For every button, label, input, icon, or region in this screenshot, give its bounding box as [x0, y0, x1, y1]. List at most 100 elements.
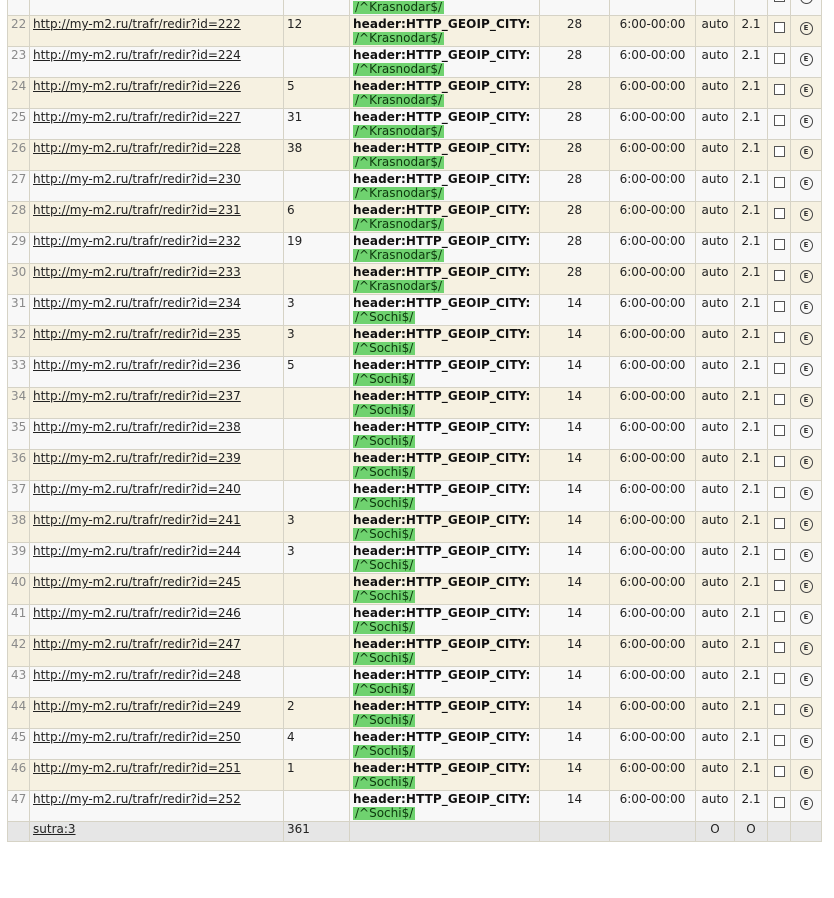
- checkbox-icon[interactable]: [773, 53, 785, 64]
- row-mode: auto: [695, 294, 735, 326]
- redirect-url-link[interactable]: http://my-m2.ru/trafr/redir?id=248: [33, 668, 241, 682]
- redirect-url-link[interactable]: http://my-m2.ru/trafr/redir?id=245: [33, 575, 241, 589]
- checkbox-icon[interactable]: [773, 115, 785, 126]
- edit-circle-icon[interactable]: E: [799, 766, 813, 779]
- redirect-url-link[interactable]: http://my-m2.ru/trafr/redir?id=235: [33, 327, 241, 341]
- row-time-range: 6:00-00:00: [609, 356, 696, 388]
- row-value: 28: [539, 232, 610, 264]
- edit-circle-icon[interactable]: E: [799, 487, 813, 500]
- redirect-url-link[interactable]: http://my-m2.ru/trafr/redir?id=236: [33, 358, 241, 372]
- edit-circle-icon[interactable]: E: [799, 22, 813, 35]
- redirect-url-link[interactable]: http://my-m2.ru/trafr/redir?id=222: [33, 17, 241, 31]
- edit-circle-icon[interactable]: E: [799, 332, 813, 345]
- checkbox-icon[interactable]: [773, 642, 785, 653]
- table-row: 36 http://my-m2.ru/trafr/redir?id=239 head…: [7, 449, 822, 481]
- row-time-range: 6:00-00:00: [609, 108, 696, 140]
- checkbox-icon[interactable]: [773, 0, 785, 2]
- edit-circle-icon[interactable]: E: [799, 611, 813, 624]
- row-select-cell: [767, 294, 791, 326]
- edit-circle-icon[interactable]: E: [799, 301, 813, 314]
- redirect-url-link[interactable]: http://my-m2.ru/trafr/redir?id=227: [33, 110, 241, 124]
- edit-circle-icon[interactable]: E: [799, 177, 813, 190]
- redirect-url-link[interactable]: http://my-m2.ru/trafr/redir?id=228: [33, 141, 241, 155]
- redirect-url-link[interactable]: http://my-m2.ru/trafr/redir?id=232: [33, 234, 241, 248]
- checkbox-icon[interactable]: [773, 735, 785, 746]
- redirect-url-link[interactable]: http://my-m2.ru/trafr/redir?id=233: [33, 265, 241, 279]
- checkbox-icon[interactable]: [773, 84, 785, 95]
- edit-circle-icon[interactable]: E: [799, 673, 813, 686]
- redirect-url-link[interactable]: http://my-m2.ru/trafr/redir?id=231: [33, 203, 241, 217]
- table-row: 46 http://my-m2.ru/trafr/redir?id=251 1 hea…: [7, 759, 822, 791]
- redirect-url-link[interactable]: http://my-m2.ru/trafr/redir?id=244: [33, 544, 241, 558]
- redirect-url-link[interactable]: http://my-m2.ru/trafr/redir?id=246: [33, 606, 241, 620]
- redirect-url-link[interactable]: http://my-m2.ru/trafr/redir?id=234: [33, 296, 241, 310]
- row-mode: auto: [695, 635, 735, 667]
- edit-circle-icon[interactable]: E: [799, 363, 813, 376]
- checkbox-icon[interactable]: [773, 363, 785, 374]
- table-row: 40 http://my-m2.ru/trafr/redir?id=245 head…: [7, 573, 822, 605]
- checkbox-icon[interactable]: [773, 766, 785, 777]
- redirect-url-link[interactable]: http://my-m2.ru/trafr/redir?id=250: [33, 730, 241, 744]
- edit-circle-icon[interactable]: E: [799, 797, 813, 810]
- edit-circle-icon[interactable]: E: [799, 208, 813, 221]
- redirect-url-link[interactable]: http://my-m2.ru/trafr/redir?id=239: [33, 451, 241, 465]
- footer-total: 361: [283, 821, 350, 842]
- edit-circle-icon[interactable]: E: [799, 425, 813, 438]
- redirect-url-link[interactable]: http://my-m2.ru/trafr/redir?id=237: [33, 389, 241, 403]
- checkbox-icon[interactable]: [773, 332, 785, 343]
- redirect-url-link[interactable]: http://my-m2.ru/trafr/redir?id=238: [33, 420, 241, 434]
- edit-circle-icon[interactable]: E: [799, 239, 813, 252]
- row-url-cell: http://my-m2.ru/trafr/redir?id=239: [29, 449, 284, 481]
- table-row: 21http://my-m2.ru/trafr/redir?id=221 head…: [7, 0, 822, 16]
- edit-circle-icon[interactable]: E: [799, 0, 813, 4]
- edit-circle-icon[interactable]: E: [799, 735, 813, 748]
- edit-circle-icon[interactable]: E: [799, 580, 813, 593]
- edit-circle-icon[interactable]: E: [799, 549, 813, 562]
- edit-circle-icon[interactable]: E: [799, 642, 813, 655]
- checkbox-icon[interactable]: [773, 704, 785, 715]
- edit-circle-icon[interactable]: E: [799, 704, 813, 717]
- checkbox-icon[interactable]: [773, 177, 785, 188]
- checkbox-icon[interactable]: [773, 270, 785, 281]
- redirect-url-link[interactable]: http://my-m2.ru/trafr/redir?id=241: [33, 513, 241, 527]
- edit-circle-icon[interactable]: E: [799, 146, 813, 159]
- redirect-url-link[interactable]: http://my-m2.ru/trafr/redir?id=249: [33, 699, 241, 713]
- row-hits: [283, 635, 350, 667]
- row-mode: auto: [695, 697, 735, 729]
- edit-circle-icon[interactable]: E: [799, 394, 813, 407]
- checkbox-icon[interactable]: [773, 487, 785, 498]
- sutra-link[interactable]: sutra:3: [33, 823, 76, 837]
- redirect-url-link[interactable]: http://my-m2.ru/trafr/redir?id=224: [33, 48, 241, 62]
- redirect-url-link[interactable]: http://my-m2.ru/trafr/redir?id=240: [33, 482, 241, 496]
- checkbox-icon[interactable]: [773, 518, 785, 529]
- edit-circle-icon[interactable]: E: [799, 53, 813, 66]
- checkbox-icon[interactable]: [773, 394, 785, 405]
- edit-circle-icon[interactable]: E: [799, 115, 813, 128]
- row-edit-cell: E: [790, 325, 822, 357]
- checkbox-icon[interactable]: [773, 580, 785, 591]
- edit-circle-icon[interactable]: E: [799, 518, 813, 531]
- row-number: 45: [7, 728, 30, 760]
- redirect-url-link[interactable]: http://my-m2.ru/trafr/redir?id=226: [33, 79, 241, 93]
- checkbox-icon[interactable]: [773, 146, 785, 157]
- edit-circle-icon[interactable]: E: [799, 84, 813, 97]
- checkbox-icon[interactable]: [773, 208, 785, 219]
- redirect-url-link[interactable]: http://my-m2.ru/trafr/redir?id=247: [33, 637, 241, 651]
- checkbox-icon[interactable]: [773, 549, 785, 560]
- checkbox-icon[interactable]: [773, 456, 785, 467]
- edit-circle-icon[interactable]: E: [799, 456, 813, 469]
- checkbox-icon[interactable]: [773, 797, 785, 808]
- checkbox-icon[interactable]: [773, 239, 785, 250]
- redirect-url-link[interactable]: http://my-m2.ru/trafr/redir?id=230: [33, 172, 241, 186]
- edit-circle-icon[interactable]: E: [799, 270, 813, 283]
- redirect-url-link[interactable]: http://my-m2.ru/trafr/redir?id=251: [33, 761, 241, 775]
- row-hits: [283, 449, 350, 481]
- row-edit-cell: E: [790, 232, 822, 264]
- checkbox-icon[interactable]: [773, 425, 785, 436]
- row-condition: header:HTTP_GEOIP_CITY:/^Sochi$/: [349, 387, 540, 419]
- checkbox-icon[interactable]: [773, 611, 785, 622]
- checkbox-icon[interactable]: [773, 673, 785, 684]
- checkbox-icon[interactable]: [773, 22, 785, 33]
- redirect-url-link[interactable]: http://my-m2.ru/trafr/redir?id=252: [33, 792, 241, 806]
- checkbox-icon[interactable]: [773, 301, 785, 312]
